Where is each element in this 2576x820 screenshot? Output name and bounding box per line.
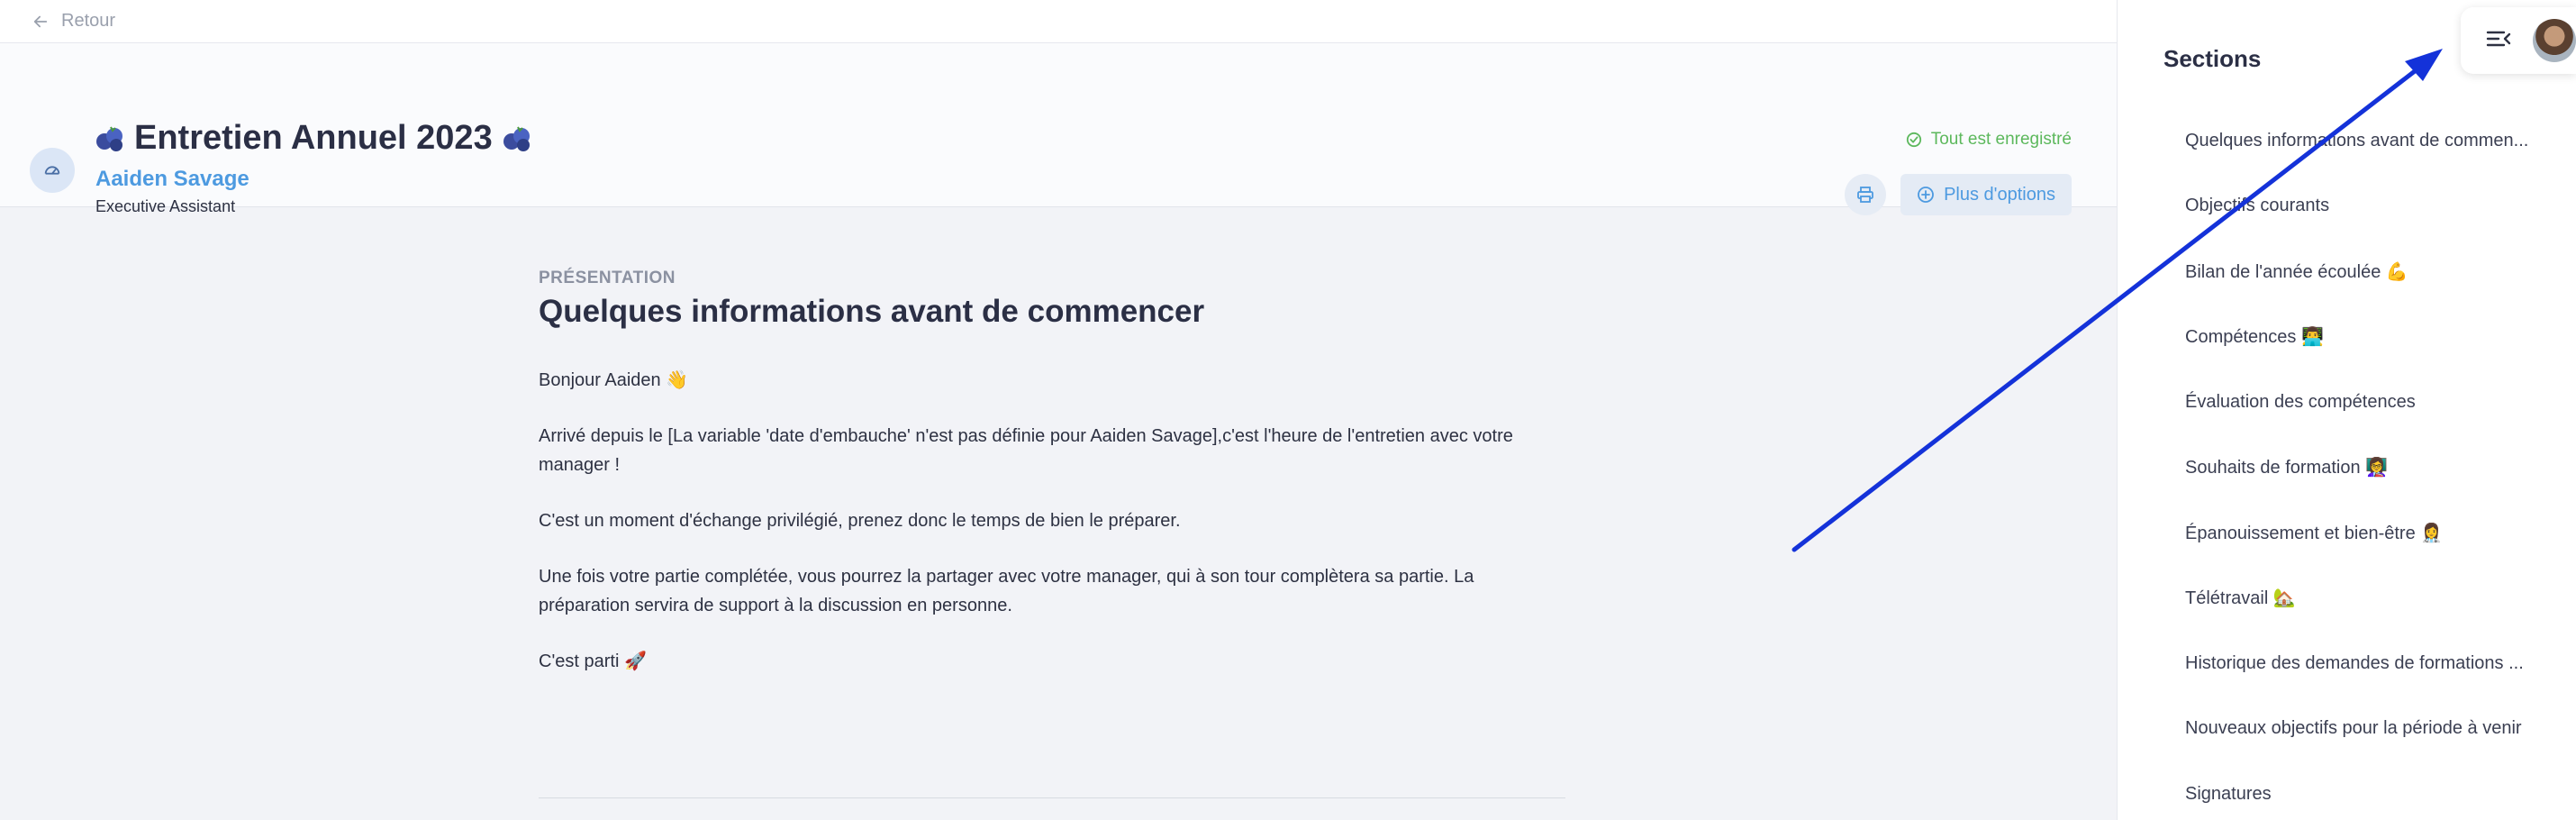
top-bar: Retour <box>0 0 2117 43</box>
sidebar-item-signatures[interactable]: Signatures <box>2185 761 2545 820</box>
sidebar-item-evaluation[interactable]: Évaluation des compétences <box>2185 369 2545 435</box>
employee-name[interactable]: Aaiden Savage <box>95 167 249 192</box>
paragraph-process: Une fois votre partie complétée, vous po… <box>539 567 1474 615</box>
back-label: Retour <box>61 11 116 31</box>
review-header: Entretien Annuel 2023 Aaiden Savage Exec… <box>0 43 2117 215</box>
save-status-text: Tout est enregistré <box>1930 130 2072 149</box>
page-title: Entretien Annuel 2023 <box>95 119 532 158</box>
check-circle-icon <box>1906 132 1921 148</box>
main-panel: Retour Entretien Annuel 2023 Aaiden Sava… <box>0 0 2117 820</box>
sidebar-item-historique[interactable]: Historique des demandes de formations ..… <box>2185 631 2545 697</box>
plus-circle-icon <box>1918 187 1934 203</box>
section-content: PRÉSENTATION Quelques informations avant… <box>539 269 1565 676</box>
blueberries-icon <box>96 126 122 151</box>
employee-role: Executive Assistant <box>95 197 236 215</box>
blueberries-icon <box>503 126 530 151</box>
printer-icon <box>1857 187 1873 203</box>
sidebar-item-formation[interactable]: Souhaits de formation 👩‍🏫 <box>2185 435 2545 501</box>
gauge-icon <box>30 148 75 193</box>
menu-collapse-icon[interactable] <box>2486 29 2511 53</box>
title-text: Entretien Annuel 2023 <box>134 119 493 157</box>
sidebar-item-objectifs-courants[interactable]: Objectifs courants <box>2185 174 2545 240</box>
sidebar-item-epanouissement[interactable]: Épanouissement et bien-être 👩‍⚕️ <box>2185 500 2545 566</box>
sidebar-toggle-panel <box>2461 7 2576 74</box>
paragraph-greeting: Bonjour Aaiden 👋 <box>539 370 689 390</box>
sidebar-item-informations[interactable]: Quelques informations avant de commen... <box>2185 108 2545 174</box>
section-title: Quelques informations avant de commencer <box>539 294 1205 329</box>
more-options-button[interactable]: Plus d'options <box>1900 174 2072 215</box>
sections-sidebar: Sections Quelques informations avant de … <box>2117 0 2576 820</box>
save-status: Tout est enregistré <box>1906 130 2072 150</box>
back-link[interactable]: Retour <box>32 11 115 32</box>
sidebar-item-bilan[interactable]: Bilan de l'année écoulée 💪 <box>2185 239 2545 305</box>
content-divider <box>539 797 1565 798</box>
sidebar-item-competences[interactable]: Compétences 👨‍💻 <box>2185 305 2545 370</box>
sidebar-item-teletravail[interactable]: Télétravail 🏡 <box>2185 566 2545 632</box>
more-options-label: Plus d'options <box>1944 184 2055 205</box>
section-eyebrow: PRÉSENTATION <box>539 269 676 287</box>
user-avatar[interactable] <box>2533 19 2576 62</box>
header-actions: Plus d'options <box>1845 174 2072 215</box>
paragraph-start: C'est parti 🚀 <box>539 651 647 671</box>
paragraph-moment: C'est un moment d'échange privilégié, pr… <box>539 511 1181 531</box>
sidebar-title: Sections <box>2163 45 2262 72</box>
sidebar-item-nouveaux-objectifs[interactable]: Nouveaux objectifs pour la période à ven… <box>2185 697 2545 762</box>
print-button[interactable] <box>1845 174 1887 215</box>
arrow-left-icon <box>33 15 48 27</box>
paragraph-intro: Arrivé depuis le [La variable 'date d'em… <box>539 426 1513 475</box>
sections-list: Quelques informations avant de commen...… <box>2185 108 2545 820</box>
